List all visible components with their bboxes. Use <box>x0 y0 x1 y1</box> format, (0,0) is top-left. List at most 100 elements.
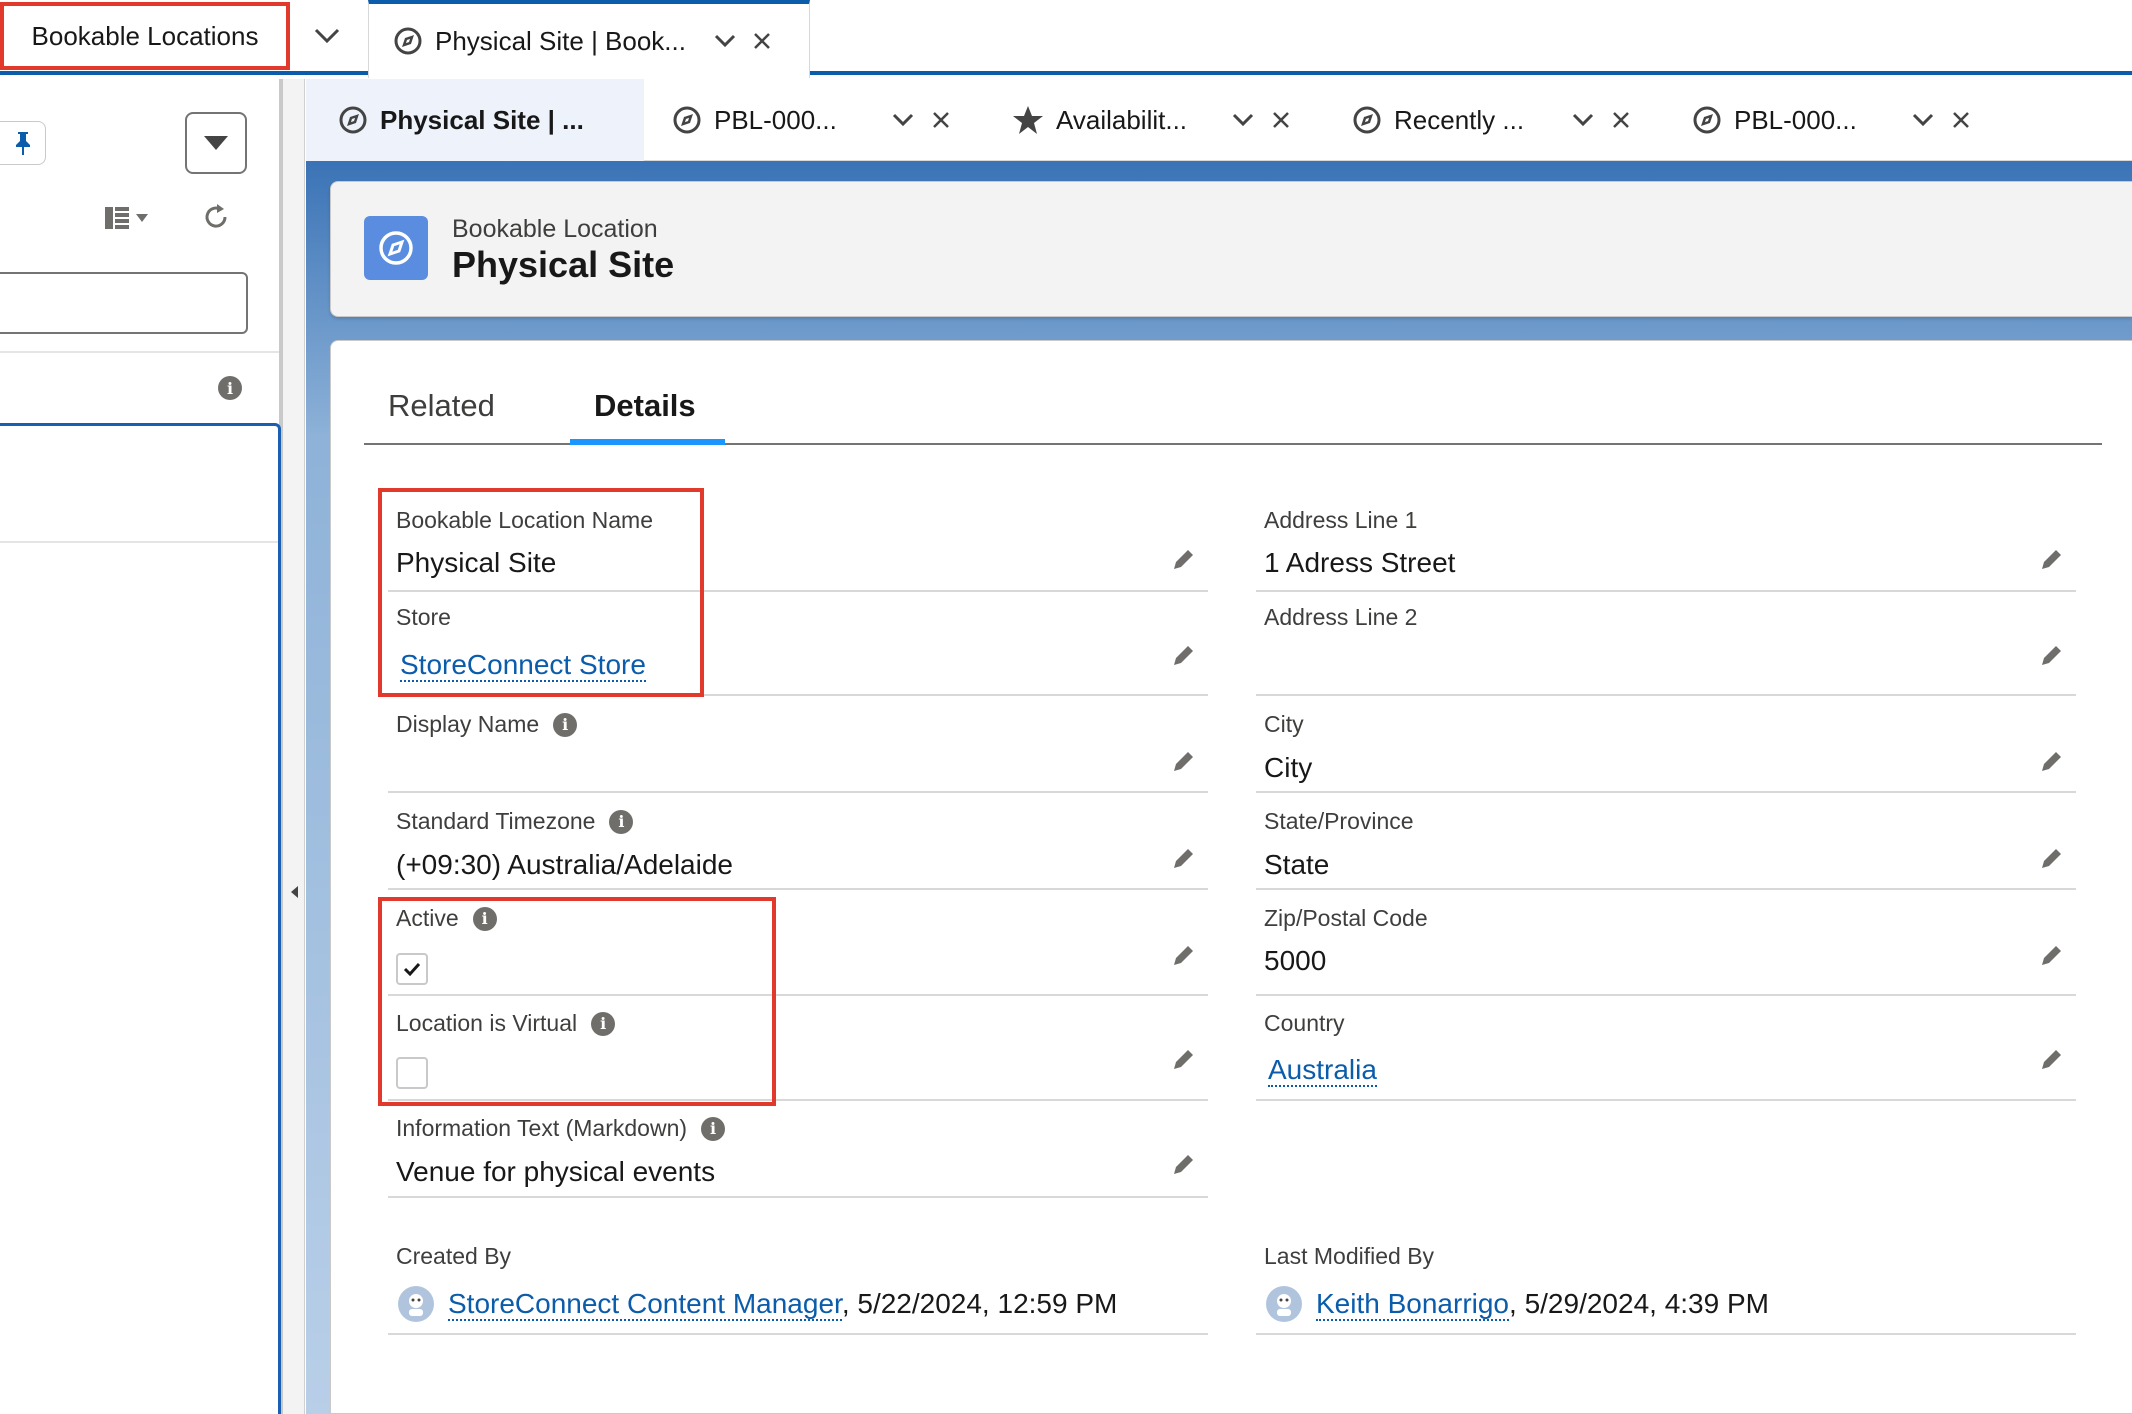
edit-pencil-icon[interactable] <box>2036 545 2066 575</box>
edit-pencil-icon[interactable] <box>1168 1045 1198 1075</box>
user-avatar-icon <box>398 1286 434 1322</box>
edit-pencil-icon[interactable] <box>1168 1150 1198 1180</box>
edit-pencil-icon[interactable] <box>1168 747 1198 777</box>
subtab-pbl-1[interactable]: PBL-000... <box>672 79 972 161</box>
edit-pencil-icon[interactable] <box>2036 1045 2066 1075</box>
star-icon <box>1012 105 1044 135</box>
annotation-highlight-active-virtual <box>378 897 776 1106</box>
field-divider <box>388 888 1208 890</box>
compass-icon <box>1692 105 1722 135</box>
field-divider <box>1256 694 2076 696</box>
field-label-address2: Address Line 2 <box>1264 604 1418 630</box>
primary-tab-label: Physical Site | Book... <box>435 25 686 56</box>
nav-menu-chevron-down-icon[interactable] <box>300 4 354 68</box>
record-title: Physical Site <box>452 244 675 285</box>
chevron-down-icon[interactable] <box>1908 105 1938 135</box>
edit-pencil-icon[interactable] <box>1168 641 1198 671</box>
field-label-timezone: Standard Timezone i <box>396 808 634 835</box>
compass-icon <box>338 105 368 135</box>
pin-icon <box>14 130 32 156</box>
chevron-down-icon[interactable] <box>714 34 736 48</box>
subtab-label: Availabilit... <box>1056 104 1188 135</box>
field-value-created-by: StoreConnect Content Manager, 5/22/2024,… <box>448 1288 1118 1321</box>
subtab-pbl-2[interactable]: PBL-000... <box>1692 79 1992 161</box>
subtab-label: PBL-000... <box>714 104 837 135</box>
field-label-city: City <box>1264 711 1304 737</box>
field-value-modified-by: Keith Bonarrigo, 5/29/2024, 4:39 PM <box>1316 1288 1769 1321</box>
tab-details[interactable]: Details <box>594 388 696 424</box>
chevron-down-icon[interactable] <box>888 105 918 135</box>
subtab-recently-viewed[interactable]: Recently ... <box>1352 79 1652 161</box>
field-value-country: Australia <box>1268 1054 1377 1087</box>
edit-pencil-icon[interactable] <box>2036 844 2066 874</box>
annotation-highlight-name-store <box>378 488 704 697</box>
edit-pencil-icon[interactable] <box>1168 941 1198 971</box>
field-divider <box>388 1196 1208 1198</box>
modified-by-user-link[interactable]: Keith Bonarrigo <box>1316 1288 1510 1321</box>
field-label-address1: Address Line 1 <box>1264 507 1418 533</box>
edit-pencil-icon[interactable] <box>2036 941 2066 971</box>
edit-pencil-icon[interactable] <box>1168 545 1198 575</box>
info-icon[interactable]: i <box>701 1116 726 1141</box>
country-link[interactable]: Australia <box>1268 1054 1377 1087</box>
subtab-physical-site[interactable]: Physical Site | ... <box>306 79 644 161</box>
chevron-down-icon[interactable] <box>1568 105 1598 135</box>
compass-icon <box>393 26 423 56</box>
field-divider <box>1256 1099 2076 1101</box>
field-label-zip: Zip/Postal Code <box>1264 905 1428 931</box>
panel-splitter[interactable] <box>283 79 305 1414</box>
table-icon <box>104 206 130 230</box>
close-icon[interactable] <box>1266 105 1296 135</box>
info-icon[interactable]: i <box>553 712 578 737</box>
display-as-toggle-button[interactable] <box>104 201 160 235</box>
field-label-created-by: Created By <box>396 1243 512 1269</box>
close-icon[interactable] <box>926 105 956 135</box>
chevron-down-icon[interactable] <box>1228 105 1258 135</box>
app-nav-tab-label: Bookable Locations <box>31 20 259 51</box>
divider <box>0 541 278 543</box>
user-avatar-icon <box>1266 1286 1302 1322</box>
field-label-country: Country <box>1264 1010 1345 1036</box>
close-icon[interactable] <box>1946 105 1976 135</box>
refresh-button[interactable] <box>198 199 234 235</box>
field-label-modified-by: Last Modified By <box>1264 1243 1435 1269</box>
list-selected-row[interactable] <box>0 423 281 1414</box>
edit-pencil-icon[interactable] <box>2036 747 2066 777</box>
close-icon[interactable] <box>1606 105 1636 135</box>
tab-related[interactable]: Related <box>388 388 495 424</box>
app-nav-tab-bookable-locations[interactable]: Bookable Locations <box>0 2 290 70</box>
refresh-icon <box>201 202 231 232</box>
field-value-info-text: Venue for physical events <box>396 1156 716 1187</box>
edit-pencil-icon[interactable] <box>1168 844 1198 874</box>
bookable-location-compass-icon <box>364 216 428 280</box>
field-divider <box>1256 1333 2076 1335</box>
created-by-date: , 5/22/2024, 12:59 PM <box>841 1288 1118 1319</box>
edit-pencil-icon[interactable] <box>2036 641 2066 671</box>
record-object-type: Bookable Location <box>452 215 658 243</box>
field-divider <box>388 791 1208 793</box>
pin-list-button[interactable] <box>0 121 46 165</box>
field-label-state: State/Province <box>1264 808 1414 834</box>
field-value-state: State <box>1264 849 1330 880</box>
subtab-label: Physical Site | ... <box>380 104 584 135</box>
field-value-address1: 1 Adress Street <box>1264 547 1456 578</box>
list-view-controls-button[interactable] <box>185 112 247 174</box>
created-by-user-link[interactable]: StoreConnect Content Manager <box>448 1288 842 1321</box>
divider <box>0 351 279 353</box>
caret-down-icon <box>136 214 148 222</box>
info-icon[interactable]: i <box>218 376 242 400</box>
active-tab-indicator <box>570 439 725 445</box>
collapse-arrow-icon[interactable] <box>291 886 298 898</box>
field-divider <box>1256 590 2076 592</box>
field-label-info-text: Information Text (Markdown) i <box>396 1115 726 1142</box>
subtab-label: Recently ... <box>1394 104 1525 135</box>
subtab-availability[interactable]: Availabilit... <box>1012 79 1312 161</box>
field-label-display-name: Display Name i <box>396 711 578 738</box>
list-search-input[interactable] <box>0 272 248 334</box>
field-value-zip: 5000 <box>1264 945 1327 976</box>
info-icon[interactable]: i <box>609 809 634 834</box>
subtab-label: PBL-000... <box>1734 104 1857 135</box>
primary-tab-physical-site[interactable]: Physical Site | Book... <box>368 0 810 78</box>
close-icon[interactable] <box>752 31 772 51</box>
caret-down-icon <box>203 135 229 151</box>
